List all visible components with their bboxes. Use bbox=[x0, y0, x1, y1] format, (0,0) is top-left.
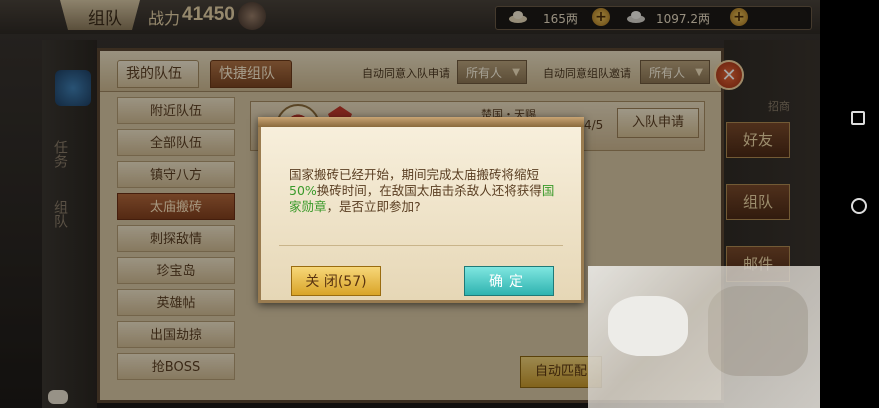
confirm-dialog: 国家搬砖已经开始，期间完成太庙搬砖将缩短50%换砖时间，在敌国太庙击杀敌人还将获… bbox=[258, 117, 584, 303]
confirm-button[interactable]: 确定 bbox=[464, 266, 554, 296]
close-button[interactable]: 关 闭(57) bbox=[291, 266, 381, 296]
dialog-divider bbox=[279, 245, 563, 246]
dialog-highlight-percent: 50% bbox=[289, 183, 317, 198]
blur-shape bbox=[608, 296, 688, 356]
home-icon[interactable] bbox=[851, 198, 867, 214]
dialog-message: 国家搬砖已经开始，期间完成太庙搬砖将缩短50%换砖时间，在敌国太庙击杀敌人还将获… bbox=[289, 167, 559, 215]
blur-shape bbox=[708, 286, 808, 376]
dialog-message-part3: ，是否立即参加? bbox=[326, 199, 421, 214]
dialog-message-part2: 换砖时间，在敌国太庙击杀敌人还将获得 bbox=[316, 183, 542, 198]
recent-apps-icon[interactable] bbox=[851, 111, 865, 125]
dialog-message-part1: 国家搬砖已经开始，期间完成太庙搬砖将缩短 bbox=[289, 167, 540, 182]
android-nav-bar bbox=[820, 0, 879, 408]
blurred-overlay bbox=[588, 266, 820, 408]
dialog-top-border bbox=[258, 117, 584, 127]
